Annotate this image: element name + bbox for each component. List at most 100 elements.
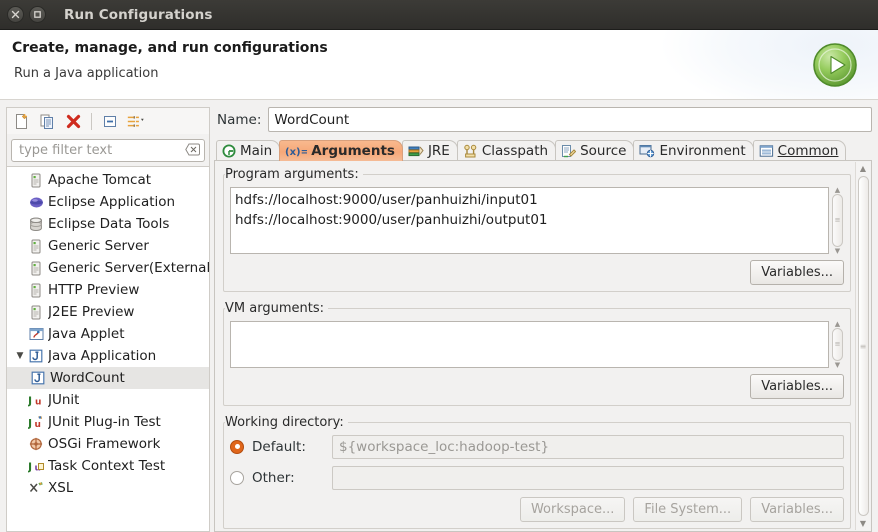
program-arguments-label: Program arguments:: [225, 167, 363, 182]
tree-item-label: Eclipse Application: [48, 194, 176, 210]
tree-item-label: Generic Server: [48, 238, 149, 254]
tree-item-xsl[interactable]: XSL: [7, 477, 209, 499]
scrollbar-thumb[interactable]: ≡: [832, 327, 843, 361]
tree-item-label: WordCount: [50, 370, 125, 386]
scroll-down-icon[interactable]: ▼: [835, 361, 840, 368]
scroll-up-icon[interactable]: ▲: [860, 162, 866, 175]
configuration-name-input[interactable]: [268, 107, 872, 132]
tab-arguments[interactable]: (x)= Arguments: [279, 140, 403, 161]
server-icon: [27, 173, 45, 188]
page-title: Create, manage, and run configurations: [12, 40, 328, 56]
delete-x-icon[interactable]: [63, 111, 83, 131]
tree-item-label: Generic Server(External: [48, 260, 209, 276]
tab-label: Classpath: [481, 143, 549, 159]
tree-item-j2ee-preview[interactable]: J2EE Preview: [7, 301, 209, 323]
arguments-panel-scrollbar[interactable]: ▲ ≡ ▼: [855, 162, 870, 530]
default-directory-value: ${workspace_loc:hadoop-test}: [332, 434, 844, 459]
server-icon: [27, 239, 45, 254]
name-row: Name:: [214, 107, 872, 132]
osgi-icon: [27, 437, 45, 451]
filter-box[interactable]: [11, 139, 205, 162]
workspace-button[interactable]: Workspace...: [519, 496, 626, 522]
program-arguments-scrollbar[interactable]: ▲ ≡ ▼: [831, 187, 844, 254]
server-icon: [27, 305, 45, 320]
tree-item-generic-server-external[interactable]: Generic Server(External: [7, 257, 209, 279]
vm-arguments-scrollbar[interactable]: ▲ ≡ ▼: [831, 320, 844, 368]
scrollbar-thumb[interactable]: ≡: [832, 194, 843, 247]
svg-text:u: u: [35, 398, 41, 408]
working-directory-default-row: Default: ${workspace_loc:hadoop-test}: [230, 434, 844, 459]
close-icon[interactable]: [7, 6, 24, 23]
configurations-tree[interactable]: Apache Tomcat Eclipse Application Eclipse …: [6, 166, 210, 532]
filter-arrows-icon[interactable]: [126, 111, 146, 131]
tree-item-wordcount[interactable]: WordCount: [7, 367, 209, 389]
default-radio[interactable]: [230, 439, 244, 454]
tree-item-eclipse-application[interactable]: Eclipse Application: [7, 191, 209, 213]
tab-classpath[interactable]: Classpath: [456, 140, 557, 161]
run-play-icon: [812, 42, 858, 88]
tree-item-junit[interactable]: Ju JUnit: [7, 389, 209, 411]
tree-item-task-context-test[interactable]: Ju Task Context Test: [7, 455, 209, 477]
new-document-icon[interactable]: [11, 111, 31, 131]
tree-item-java-application[interactable]: ▼ Java Application: [7, 345, 209, 367]
tree-item-junit-plug-in-test[interactable]: Ju JUnit Plug-in Test: [7, 411, 209, 433]
program-arguments-input[interactable]: [230, 187, 829, 254]
maximize-icon[interactable]: [29, 6, 46, 23]
common-icon: [759, 144, 774, 158]
configurations-pane: Apache Tomcat Eclipse Application Eclipse …: [0, 101, 210, 532]
scroll-up-icon[interactable]: ▲: [835, 187, 840, 194]
tab-main[interactable]: Main: [216, 140, 281, 161]
server-icon: [27, 283, 45, 298]
tree-list: Apache Tomcat Eclipse Application Eclipse …: [7, 167, 209, 499]
window-title: Run Configurations: [64, 6, 213, 23]
tree-item-label: Task Context Test: [48, 458, 166, 474]
tree-item-label: JUnit Plug-in Test: [48, 414, 161, 430]
eclipse-sphere-icon: [27, 195, 45, 210]
scroll-down-icon[interactable]: ▼: [835, 247, 840, 254]
tree-item-http-preview[interactable]: HTTP Preview: [7, 279, 209, 301]
file-system-button[interactable]: File System...: [633, 496, 743, 522]
vm-arguments-input[interactable]: [230, 320, 829, 368]
junit-icon: Ju: [27, 393, 45, 408]
xsl-icon: [27, 481, 45, 495]
filter-container: [6, 134, 210, 166]
tab-source[interactable]: Source: [555, 140, 635, 161]
other-radio[interactable]: [230, 470, 244, 485]
scrollbar-thumb[interactable]: ≡: [857, 176, 869, 516]
tree-item-generic-server[interactable]: Generic Server: [7, 235, 209, 257]
tree-item-label: Eclipse Data Tools: [48, 216, 170, 232]
tab-bar: Main (x)= Arguments JRE Classpath Source Envir…: [214, 139, 872, 161]
clear-icon[interactable]: [185, 143, 200, 160]
source-icon: [561, 144, 577, 158]
main-circle-icon: [222, 144, 236, 158]
other-directory-input[interactable]: [332, 465, 844, 490]
arguments-icon: (x)=: [285, 145, 307, 158]
scroll-up-icon[interactable]: ▲: [835, 320, 840, 327]
vm-arguments-label: VM arguments:: [225, 300, 328, 316]
scroll-down-icon[interactable]: ▼: [860, 517, 866, 530]
working-directory-variables-button[interactable]: Variables...: [750, 496, 844, 522]
java-application-icon: [29, 371, 47, 385]
collapse-all-icon[interactable]: [100, 111, 120, 131]
page-subtitle: Run a Java application: [14, 66, 159, 81]
tab-common[interactable]: Common: [752, 140, 847, 161]
tab-environment[interactable]: Environment: [633, 140, 754, 161]
copy-icon[interactable]: [37, 111, 57, 131]
tree-item-java-applet[interactable]: Java Applet: [7, 323, 209, 345]
tree-item-eclipse-data-tools[interactable]: Eclipse Data Tools: [7, 213, 209, 235]
expand-triangle-icon[interactable]: ▼: [13, 351, 27, 361]
program-arguments-variables-button[interactable]: Variables...: [750, 259, 844, 285]
run-configurations-dialog: Run Configurations Create, manage, and r…: [0, 0, 878, 532]
tab-label: Source: [580, 143, 627, 159]
svg-text:J: J: [28, 395, 32, 408]
tab-jre[interactable]: JRE: [401, 140, 458, 161]
server-icon: [27, 261, 45, 276]
name-label: Name:: [217, 111, 262, 128]
vm-arguments-variables-button[interactable]: Variables...: [750, 373, 844, 399]
search-input[interactable]: [12, 140, 204, 161]
jre-books-icon: [408, 144, 424, 158]
tree-item-apache-tomcat[interactable]: Apache Tomcat: [7, 169, 209, 191]
tree-item-osgi-framework[interactable]: OSGi Framework: [7, 433, 209, 455]
arguments-tab-panel: Program arguments: ▲ ≡ ▼: [214, 160, 872, 532]
tree-item-label: XSL: [48, 480, 74, 496]
